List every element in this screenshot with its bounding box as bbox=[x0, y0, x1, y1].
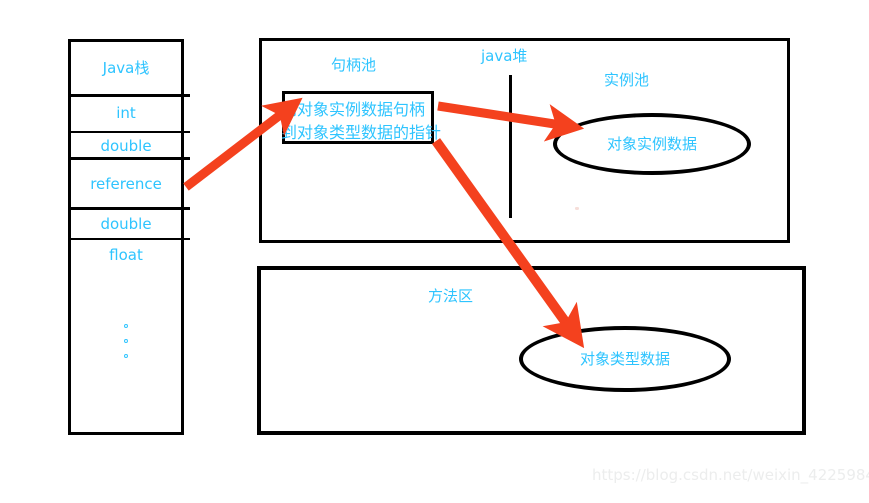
object-instance-data-ellipse: 对象实例数据 bbox=[553, 113, 751, 175]
stack-title-label: Java栈 bbox=[102, 58, 150, 77]
heap-vertical-divider bbox=[509, 75, 512, 218]
handle-entry-box: 到对象实例数据句柄 到对象类型数据的指针 bbox=[281, 91, 441, 144]
instance-pool-title: 实例池 bbox=[604, 71, 650, 89]
object-type-data-ellipse: 对象类型数据 bbox=[519, 326, 731, 392]
handle-pool-title: 句柄池 bbox=[331, 56, 377, 74]
handle-entry-line-instance: 到对象实例数据句柄 bbox=[281, 100, 426, 119]
stack-frame-double-1: double bbox=[71, 133, 181, 159]
stack-frame-label: int bbox=[116, 103, 136, 122]
object-type-data-label: 对象类型数据 bbox=[579, 349, 670, 368]
stack-frame-title: Java栈 bbox=[71, 42, 181, 94]
stack-frame-reference: reference bbox=[71, 160, 181, 208]
stack-ellipsis bbox=[71, 324, 181, 358]
noise-speck bbox=[575, 207, 579, 210]
object-instance-data-label: 对象实例数据 bbox=[606, 134, 697, 153]
stack-frame-label: double bbox=[100, 214, 152, 233]
stack-frame-label: double bbox=[100, 136, 152, 155]
ellipsis-dot-icon bbox=[124, 324, 128, 328]
diagram-canvas: Java栈 int double reference double float bbox=[0, 0, 869, 503]
ellipsis-dot-icon bbox=[124, 354, 128, 358]
stack-separator-4 bbox=[68, 238, 190, 240]
watermark-text: https://blog.csdn.net/weixin_42259841 bbox=[592, 466, 869, 484]
stack-frame-int: int bbox=[71, 95, 181, 131]
stack-frame-label: reference bbox=[90, 174, 162, 193]
java-heap-title: java堆 bbox=[481, 47, 528, 65]
stack-frame-double-2: double bbox=[71, 210, 181, 238]
ellipsis-dot-icon bbox=[124, 339, 128, 343]
handle-entry-line-type: 到对象类型数据的指针 bbox=[281, 123, 442, 142]
stack-frame-label: float bbox=[109, 245, 143, 264]
method-area-title: 方法区 bbox=[428, 287, 474, 305]
stack-frame-float: float bbox=[71, 241, 181, 269]
java-stack-box: Java栈 int double reference double float bbox=[68, 39, 190, 435]
